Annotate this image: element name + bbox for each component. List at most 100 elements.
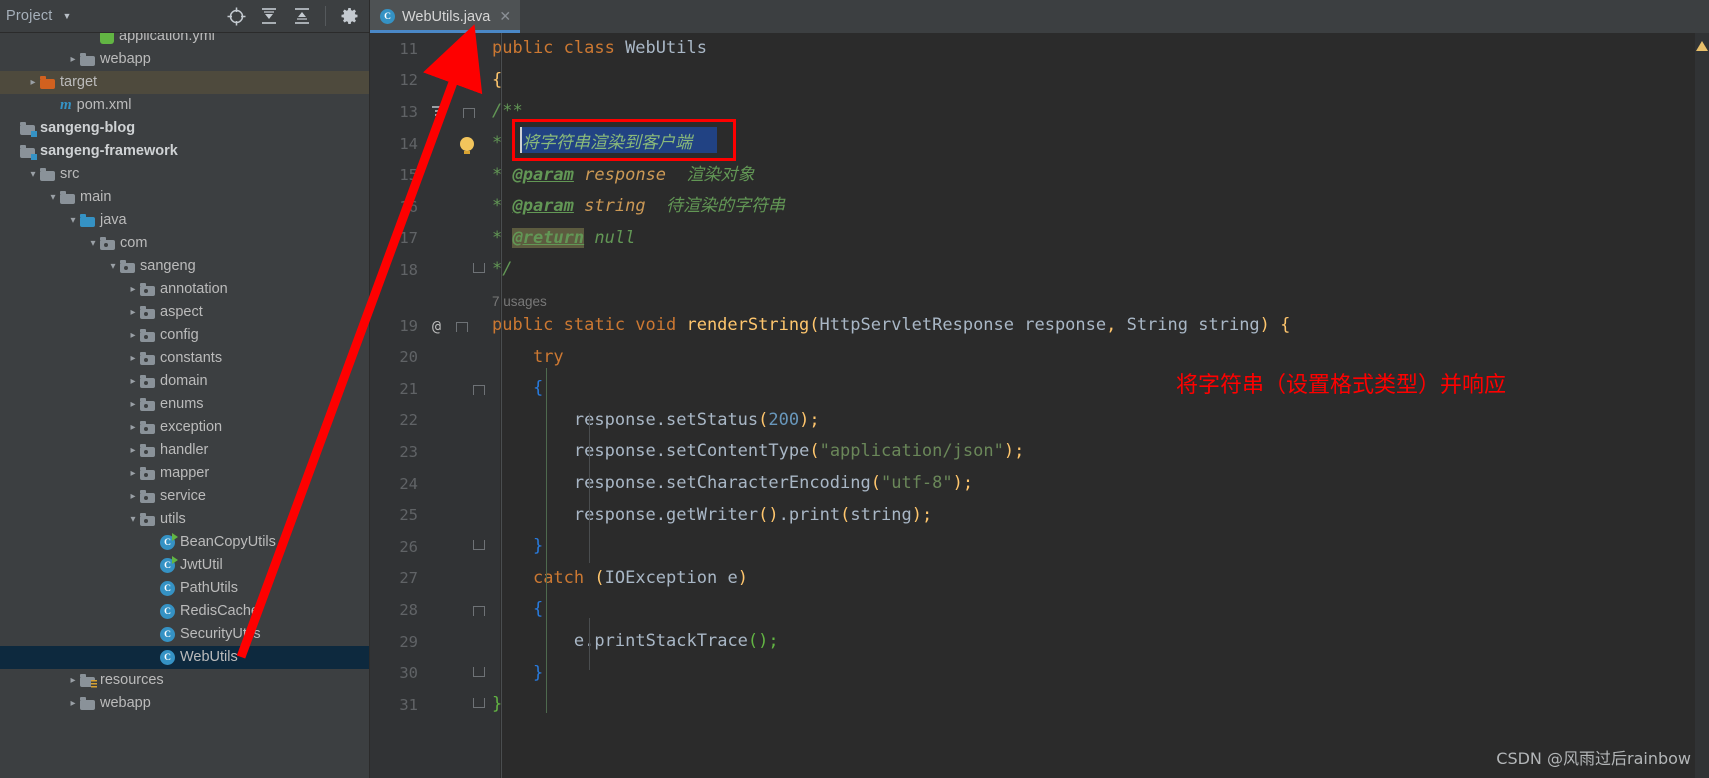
code-text: public static void renderString(HttpServ… — [492, 315, 1291, 336]
chevron-right-icon[interactable]: ▸ — [126, 468, 140, 479]
tree-item-src[interactable]: ▾ src — [0, 163, 369, 186]
tree-item-jwtutil[interactable]: C JwtUtil — [0, 554, 369, 577]
chevron-right-icon[interactable]: ▸ — [126, 422, 140, 433]
line-gutter-icons[interactable] — [426, 159, 492, 191]
chevron-down-icon[interactable]: ▾ — [26, 169, 40, 180]
tree-item-utils[interactable]: ▾ utils — [0, 508, 369, 531]
line-gutter-icons[interactable] — [426, 563, 492, 595]
tree-item-mapper[interactable]: ▸ mapper — [0, 462, 369, 485]
locate-icon[interactable] — [226, 6, 246, 26]
tree-item-securityutils[interactable]: C SecurityUtils — [0, 623, 369, 646]
line-gutter-icons[interactable] — [426, 499, 492, 531]
project-tree[interactable]: application.yml ▸ webapp ▸ target m pom.xml san… — [0, 33, 369, 778]
fold-handle-icon[interactable] — [473, 666, 485, 679]
line-gutter-icons[interactable] — [426, 373, 492, 405]
line-gutter-icons[interactable] — [426, 468, 492, 500]
package-icon — [140, 374, 155, 388]
tree-item-webapp[interactable]: ▸ webapp — [0, 692, 369, 715]
tree-item-service[interactable]: ▸ service — [0, 485, 369, 508]
tree-item-enums[interactable]: ▸ enums — [0, 393, 369, 416]
line-gutter-icons[interactable] — [426, 191, 492, 223]
fold-handle-icon[interactable] — [473, 604, 485, 617]
tree-item-resources[interactable]: ▸ resources — [0, 669, 369, 692]
tree-item-target[interactable]: ▸ target — [0, 71, 369, 94]
close-icon[interactable]: ✕ — [499, 8, 511, 25]
code-line: 19 @ public static void renderString(HttpS… — [370, 310, 1709, 342]
line-gutter-icons[interactable] — [426, 657, 492, 689]
tree-item-label: constants — [160, 350, 223, 367]
tree-item-handler[interactable]: ▸ handler — [0, 439, 369, 462]
tree-item-domain[interactable]: ▸ domain — [0, 370, 369, 393]
tree-item-com[interactable]: ▾ com — [0, 232, 369, 255]
tree-item-pathutils[interactable]: C PathUtils — [0, 577, 369, 600]
line-gutter-icons[interactable] — [426, 65, 492, 97]
tree-item-sangeng-framework[interactable]: sangeng-framework — [0, 140, 369, 163]
code-line: 18 */ — [370, 254, 1709, 286]
tree-item-rediscache[interactable]: C RedisCache — [0, 600, 369, 623]
line-gutter-icons[interactable] — [426, 33, 492, 65]
chevron-down-icon[interactable]: ▼ — [63, 11, 72, 21]
line-gutter-icons[interactable] — [426, 531, 492, 563]
tree-item-java[interactable]: ▾ java — [0, 209, 369, 232]
line-gutter-icons[interactable] — [426, 341, 492, 373]
chevron-right-icon[interactable]: ▸ — [66, 698, 80, 709]
fold-handle-icon[interactable] — [473, 263, 485, 275]
tree-item-webapp[interactable]: ▸ webapp — [0, 48, 369, 71]
tree-item-config[interactable]: ▸ config — [0, 324, 369, 347]
fold-handle-icon[interactable] — [463, 106, 475, 119]
tree-item-constants[interactable]: ▸ constants — [0, 347, 369, 370]
chevron-right-icon[interactable]: ▸ — [126, 330, 140, 341]
chevron-right-icon[interactable]: ▸ — [66, 54, 80, 65]
line-gutter-icons[interactable] — [426, 96, 492, 128]
tree-item-label: webapp — [100, 51, 151, 68]
line-gutter-icons[interactable] — [426, 128, 492, 160]
module-icon — [20, 121, 37, 137]
tree-item-webutils[interactable]: C WebUtils — [0, 646, 369, 669]
line-gutter-icons[interactable]: @ — [426, 310, 492, 342]
tree-item-beancopyutils[interactable]: C BeanCopyUtils — [0, 531, 369, 554]
chevron-right-icon[interactable]: ▸ — [26, 77, 40, 88]
tree-item-aspect[interactable]: ▸ aspect — [0, 301, 369, 324]
tree-item-sangeng[interactable]: ▾ sangeng — [0, 255, 369, 278]
chevron-right-icon[interactable]: ▸ — [126, 399, 140, 410]
tree-item-main[interactable]: ▾ main — [0, 186, 369, 209]
line-gutter-icons[interactable] — [426, 405, 492, 437]
chevron-right-icon[interactable]: ▸ — [126, 284, 140, 295]
chevron-right-icon[interactable]: ▸ — [126, 491, 140, 502]
code-editor[interactable]: 11 public class WebUtils 12{13/** 14 * 15 * @… — [370, 33, 1709, 778]
line-gutter-icons[interactable] — [426, 436, 492, 468]
chevron-down-icon[interactable]: ▾ — [66, 215, 80, 226]
fold-handle-icon[interactable] — [456, 320, 469, 333]
chevron-right-icon[interactable]: ▸ — [126, 445, 140, 456]
java-class-icon: C — [160, 581, 175, 596]
tree-item-pom-xml[interactable]: m pom.xml — [0, 94, 369, 117]
chevron-right-icon[interactable]: ▸ — [126, 376, 140, 387]
line-gutter-icons[interactable] — [426, 223, 492, 255]
tree-item-application-yml[interactable]: application.yml — [0, 33, 369, 48]
chevron-down-icon[interactable]: ▾ — [126, 514, 140, 525]
line-gutter-icons[interactable] — [426, 594, 492, 626]
fold-handle-icon[interactable] — [473, 698, 485, 710]
chevron-right-icon[interactable]: ▸ — [126, 307, 140, 318]
chevron-down-icon[interactable]: ▾ — [106, 261, 120, 272]
fold-handle-icon[interactable] — [473, 383, 485, 396]
analysis-stripe[interactable] — [1695, 33, 1709, 778]
line-gutter-icons[interactable] — [426, 689, 492, 721]
tree-item-exception[interactable]: ▸ exception — [0, 416, 369, 439]
fold-handle-icon[interactable] — [473, 540, 485, 552]
collapse-all-icon[interactable] — [292, 6, 312, 26]
chevron-right-icon[interactable]: ▸ — [66, 675, 80, 686]
tab-webutils-java[interactable]: C WebUtils.java ✕ — [370, 0, 521, 33]
line-gutter-icons[interactable] — [426, 626, 492, 658]
warning-triangle-icon[interactable] — [1696, 41, 1708, 51]
tree-item-annotation[interactable]: ▸ annotation — [0, 278, 369, 301]
tree-item-sangeng-blog[interactable]: sangeng-blog — [0, 117, 369, 140]
line-number: 29 — [399, 632, 418, 651]
chevron-down-icon[interactable]: ▾ — [46, 192, 60, 203]
expand-all-icon[interactable] — [259, 6, 279, 26]
gear-icon[interactable] — [339, 6, 359, 26]
intention-bulb-icon[interactable] — [460, 136, 474, 154]
chevron-down-icon[interactable]: ▾ — [86, 238, 100, 249]
chevron-right-icon[interactable]: ▸ — [126, 353, 140, 364]
line-gutter-icons[interactable] — [426, 254, 492, 286]
